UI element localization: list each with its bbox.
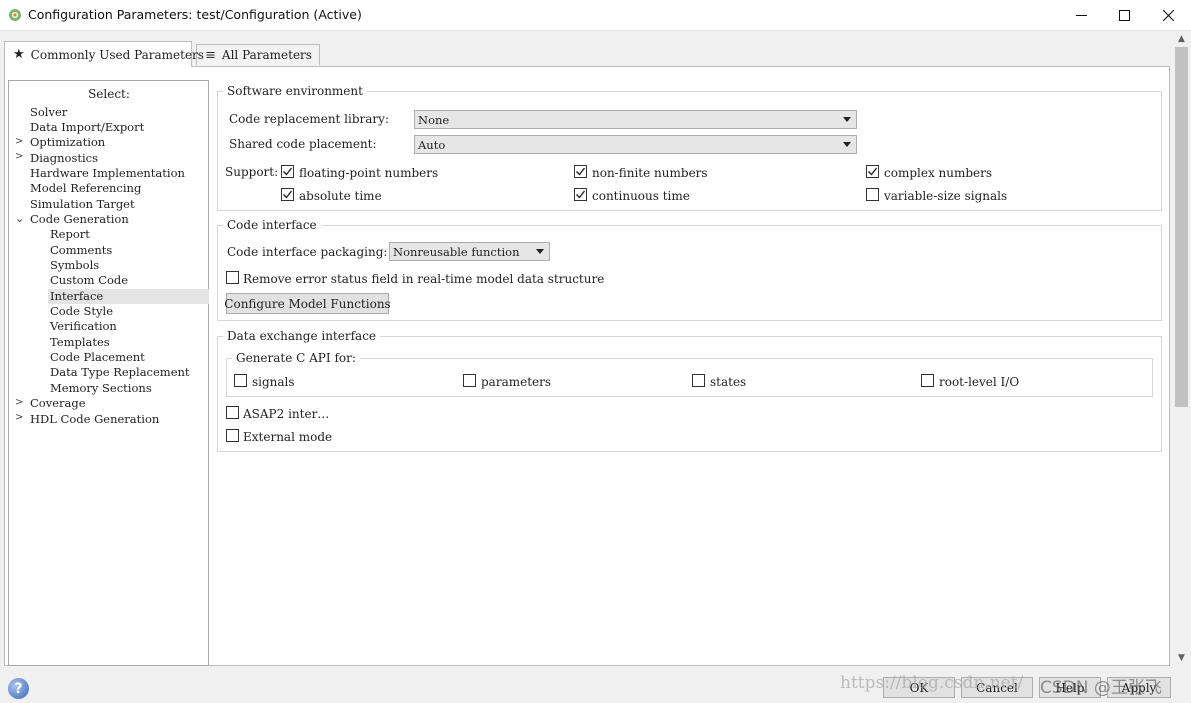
asap2-interface-label: ASAP2 inter…	[243, 407, 330, 421]
simulink-app-icon	[9, 9, 21, 21]
title-bar: Configuration Parameters: test/Configura…	[0, 0, 1191, 31]
tree-item-solver[interactable]: Solver	[30, 105, 67, 120]
configure-model-functions-button[interactable]: Configure Model Functions	[224, 293, 391, 314]
tree-item-comments[interactable]: Comments	[50, 243, 112, 258]
c-api-parameters-checkbox[interactable]	[463, 374, 476, 387]
tree-item-interface[interactable]: Interface	[48, 289, 209, 304]
external-mode-label: External mode	[243, 430, 333, 444]
continuous-time-checkbox[interactable]	[574, 188, 587, 201]
chevron-right-icon[interactable]: >	[15, 397, 23, 408]
absolute-time-checkbox[interactable]	[281, 188, 294, 201]
group-title-code-interface: Code interface	[223, 218, 321, 232]
chevron-right-icon[interactable]: >	[15, 412, 23, 423]
absolute-time-label: absolute time	[299, 189, 382, 203]
tree-item-diagnostics[interactable]: Diagnostics	[30, 151, 98, 166]
tab-commonly-used-parameters[interactable]: ★ Commonly Used Parameters	[4, 41, 204, 67]
remove-error-status-label: Remove error status field in real-time m…	[243, 272, 605, 286]
chevron-right-icon[interactable]: >	[15, 151, 23, 162]
close-button[interactable]	[1145, 0, 1191, 31]
c-api-states-label: states	[710, 375, 747, 389]
maximize-icon	[1118, 10, 1130, 21]
continuous-time-label: continuous time	[592, 189, 690, 203]
shared-code-placement-dropdown[interactable]: Auto	[414, 135, 857, 154]
minimize-icon	[1075, 15, 1087, 16]
tree-item-code-style[interactable]: Code Style	[50, 304, 113, 319]
scroll-down-arrow-icon[interactable]: ▼	[1172, 651, 1191, 665]
scrollbar-thumb[interactable]	[1175, 47, 1188, 407]
watermark-brand: CSDN @王张飞	[1040, 678, 1162, 698]
asap2-interface-checkbox[interactable]	[226, 406, 239, 419]
non-finite-numbers-label: non-finite numbers	[592, 166, 708, 180]
maximize-button[interactable]	[1101, 0, 1147, 31]
floating-point-numbers-label: floating-point numbers	[299, 166, 439, 180]
tree-item-data-type-replacement[interactable]: Data Type Replacement	[50, 365, 190, 380]
c-api-signals-checkbox[interactable]	[234, 374, 247, 387]
shared-code-placement-label: Shared code placement:	[229, 137, 377, 151]
group-title-generate-c-api: Generate C API for:	[232, 351, 360, 365]
tab-label: Commonly Used Parameters	[30, 47, 204, 62]
floating-point-numbers-checkbox[interactable]	[281, 165, 294, 178]
tree-item-verification[interactable]: Verification	[50, 319, 117, 334]
code-replacement-library-dropdown[interactable]: None	[414, 110, 857, 129]
tab-label: All Parameters	[221, 48, 312, 62]
dropdown-value: None	[418, 112, 450, 127]
c-api-parameters-label: parameters	[481, 375, 552, 389]
dropdown-arrow-icon	[843, 142, 851, 147]
checkmark-icon	[576, 190, 586, 199]
tree-item-code-placement[interactable]: Code Placement	[50, 350, 145, 365]
tree-item-custom-code[interactable]: Custom Code	[50, 273, 128, 288]
chevron-down-icon[interactable]: ⌄	[15, 212, 24, 225]
remove-error-status-checkbox[interactable]	[226, 271, 239, 284]
c-api-root-level-io-checkbox[interactable]	[921, 374, 934, 387]
tree-item-report[interactable]: Report	[50, 227, 90, 242]
c-api-states-checkbox[interactable]	[692, 374, 705, 387]
checkmark-icon	[283, 167, 293, 176]
tree-item-symbols[interactable]: Symbols	[50, 258, 99, 273]
list-icon: ≡	[205, 47, 216, 63]
group-title-data-exchange-interface: Data exchange interface	[223, 329, 381, 343]
code-interface-packaging-dropdown[interactable]: Nonreusable function	[389, 242, 550, 261]
code-interface-packaging-label: Code interface packaging:	[227, 245, 388, 259]
complex-numbers-label: complex numbers	[884, 166, 993, 180]
category-tree[interactable]: Select: Solver Data Import/Export > Opti…	[8, 80, 209, 666]
tree-item-hdl-code-generation[interactable]: HDL Code Generation	[30, 412, 159, 427]
tab-all-parameters[interactable]: ≡ All Parameters	[196, 44, 320, 65]
code-replacement-library-label: Code replacement library:	[229, 112, 389, 126]
minimize-button[interactable]	[1058, 0, 1104, 31]
tree-item-code-generation[interactable]: Code Generation	[30, 212, 129, 227]
non-finite-numbers-checkbox[interactable]	[574, 165, 587, 178]
tree-item-coverage[interactable]: Coverage	[30, 396, 86, 411]
variable-size-signals-label: variable-size signals	[884, 189, 1008, 203]
tree-item-simulation-target[interactable]: Simulation Target	[30, 197, 135, 212]
dropdown-value: Nonreusable function	[393, 244, 520, 259]
star-icon: ★	[13, 47, 25, 62]
dropdown-arrow-icon	[843, 117, 851, 122]
tree-item-data-import-export[interactable]: Data Import/Export	[30, 120, 144, 135]
checkmark-icon	[868, 167, 878, 176]
c-api-root-level-io-label: root-level I/O	[939, 375, 1020, 389]
watermark-url: https://blog.csdn.net/	[840, 673, 1024, 693]
tree-item-templates[interactable]: Templates	[50, 335, 110, 350]
c-api-signals-label: signals	[252, 375, 295, 389]
close-icon	[1162, 10, 1174, 21]
checkmark-icon	[576, 167, 586, 176]
complex-numbers-checkbox[interactable]	[866, 165, 879, 178]
group-title-software-environment: Software environment	[223, 84, 367, 98]
scroll-up-arrow-icon[interactable]: ▲	[1172, 32, 1191, 46]
tree-item-hardware-implementation[interactable]: Hardware Implementation	[30, 166, 185, 181]
chevron-right-icon[interactable]: >	[15, 136, 23, 147]
dropdown-arrow-icon	[536, 249, 544, 254]
tree-item-model-referencing[interactable]: Model Referencing	[30, 181, 141, 196]
dropdown-value: Auto	[418, 137, 446, 152]
window-title: Configuration Parameters: test/Configura…	[28, 7, 362, 22]
help-icon[interactable]: ?	[8, 678, 29, 699]
tree-item-optimization[interactable]: Optimization	[30, 135, 105, 150]
checkmark-icon	[283, 190, 293, 199]
external-mode-checkbox[interactable]	[226, 429, 239, 442]
tree-item-memory-sections[interactable]: Memory Sections	[50, 381, 152, 396]
variable-size-signals-checkbox[interactable]	[866, 188, 879, 201]
tree-title: Select:	[88, 87, 130, 101]
support-label: Support:	[225, 165, 279, 179]
